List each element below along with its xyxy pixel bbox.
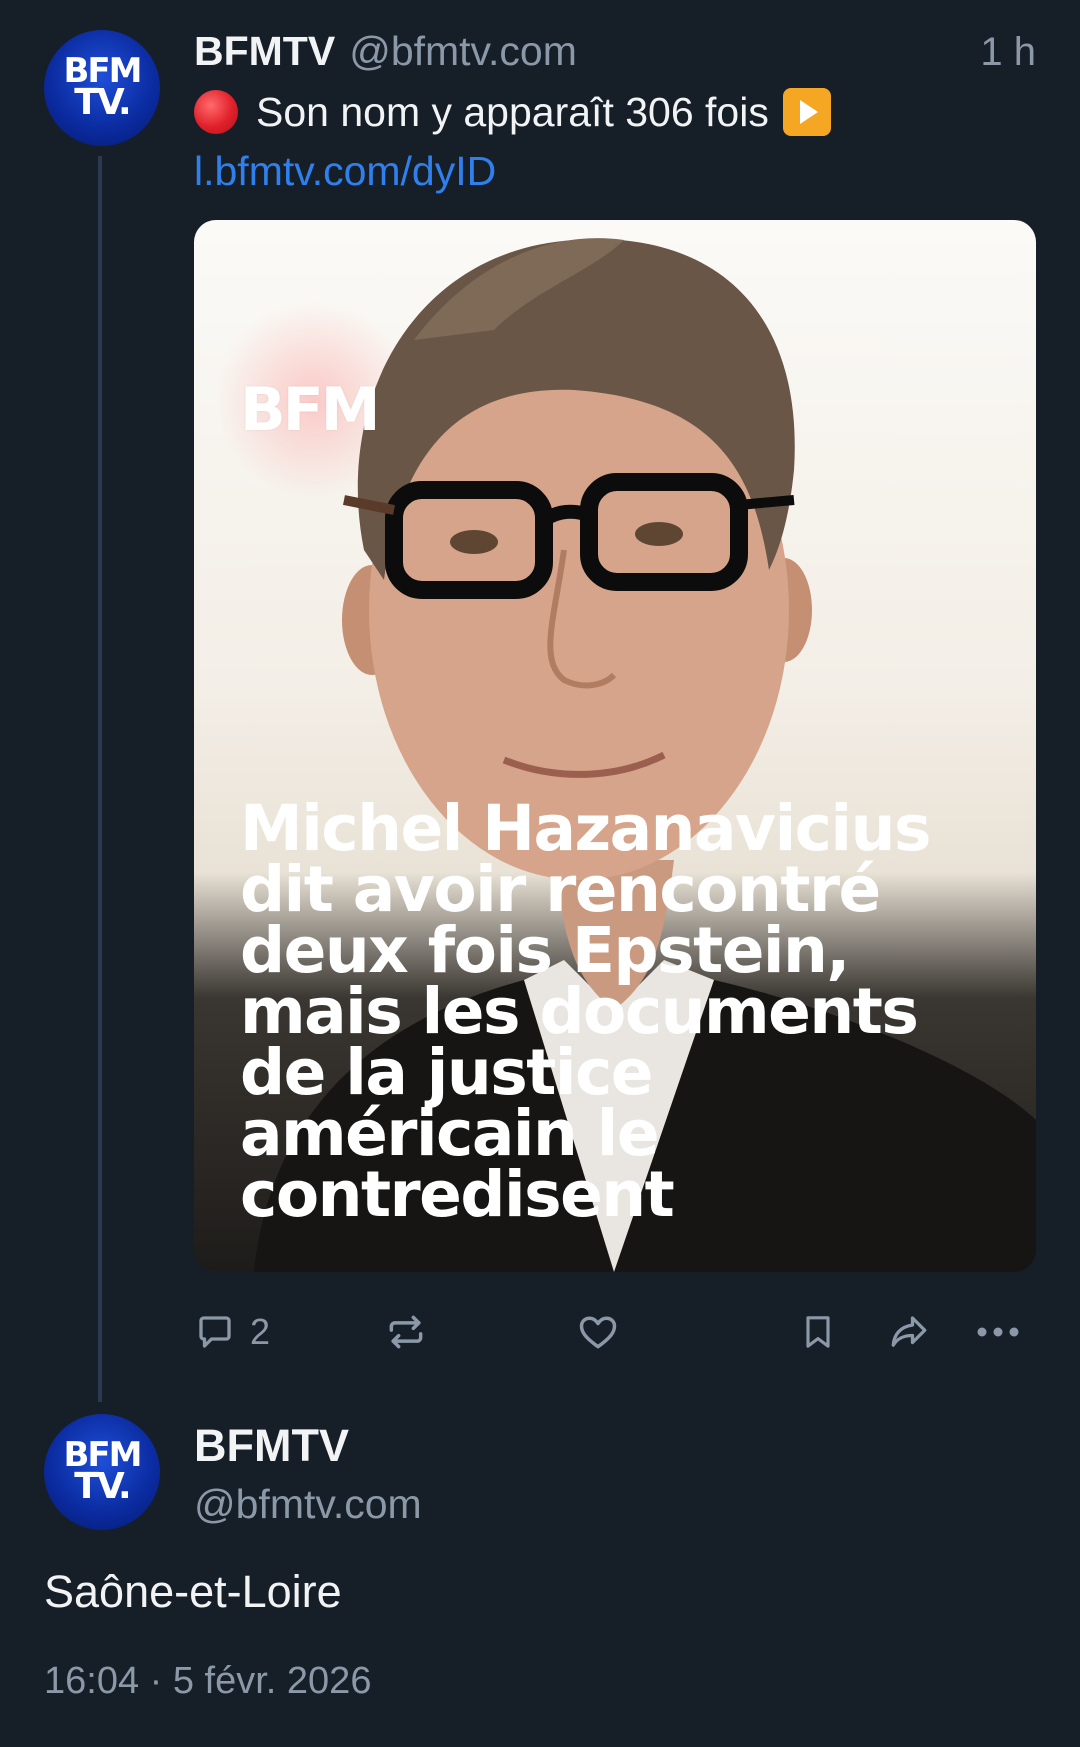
reply-icon [194, 1311, 236, 1353]
post-media-image[interactable]: BFM Michel Hazanavicius dit avoir rencon… [194, 220, 1036, 1272]
reply-handle[interactable]: @bfmtv.com [194, 1476, 422, 1532]
play-button-icon [782, 88, 831, 136]
post-avatar[interactable]: BFM TV. [44, 30, 160, 146]
post-actions: 2 [194, 1304, 1036, 1360]
share-icon [886, 1311, 932, 1353]
like-button[interactable] [576, 1304, 620, 1360]
repost-icon [384, 1310, 428, 1354]
post-header: BFMTV @bfmtv.com 1 h [194, 28, 1036, 84]
post-display-name[interactable]: BFMTV [194, 28, 335, 75]
more-options-button[interactable] [976, 1304, 1020, 1360]
reply-button[interactable]: 2 [194, 1304, 270, 1360]
red-circle-icon [194, 90, 238, 134]
post-text: Son nom y apparaît 306 fois [194, 88, 831, 136]
bfm-watermark-logo: BFM [240, 375, 380, 445]
repost-button[interactable] [384, 1304, 428, 1360]
post-link[interactable]: l.bfmtv.com/dyID [194, 148, 496, 195]
reply-display-name[interactable]: BFMTV [194, 1418, 422, 1474]
reply-count: 2 [250, 1311, 271, 1352]
post-handle[interactable]: @bfmtv.com [349, 28, 577, 75]
reply-avatar[interactable]: BFM TV. [44, 1414, 160, 1530]
thread-line [98, 156, 102, 1402]
media-headline: Michel Hazanavicius dit avoir rencontré … [240, 792, 931, 1231]
reply-timestamp: 16:04 · 5 févr. 2026 [44, 1660, 372, 1702]
avatar-text-line2: TV. [74, 82, 131, 124]
share-button[interactable] [886, 1304, 932, 1360]
bookmark-icon [798, 1311, 838, 1353]
post-time[interactable]: 1 h [980, 30, 1036, 75]
like-icon [576, 1310, 620, 1354]
post-text-content: Son nom y apparaît 306 fois [256, 88, 769, 135]
avatar-text-line2: TV. [74, 1466, 131, 1508]
bookmark-button[interactable] [798, 1304, 838, 1360]
more-icon [976, 1322, 1020, 1342]
reply-text: Saône-et-Loire [44, 1566, 342, 1617]
reply-header: BFMTV @bfmtv.com [194, 1418, 422, 1532]
